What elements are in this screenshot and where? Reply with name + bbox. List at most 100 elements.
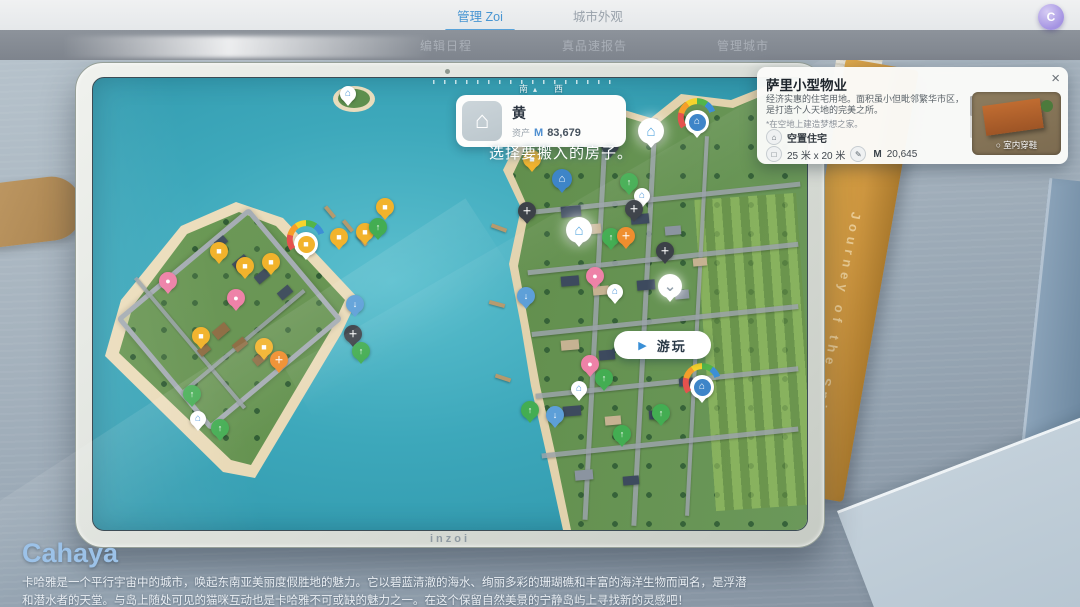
map-pin-green[interactable]: ↑ bbox=[521, 401, 539, 419]
pin-icon: ＋ bbox=[348, 330, 357, 339]
pin-icon: ↑ bbox=[602, 374, 607, 383]
play-button[interactable]: ▶ 游玩 bbox=[614, 331, 711, 359]
map-pin-blue[interactable]: ↓ bbox=[517, 287, 535, 305]
pin-icon: ↑ bbox=[627, 178, 632, 187]
map-pin-blue-house[interactable]: ⌂ bbox=[552, 169, 572, 189]
city-map[interactable]: 南 西 ▴ ⌂■■■■■■■●●■■＋↑⌂↑↑↓＋↑■⌂⌂＋⌂⌂↑⌂＋＋↑＋＋●… bbox=[92, 77, 808, 531]
map-pin-green[interactable]: ↑ bbox=[620, 173, 638, 191]
map-pin-dark[interactable]: ＋ bbox=[625, 200, 643, 218]
asset-label: 资产 bbox=[512, 126, 530, 139]
map-pin-green[interactable]: ↑ bbox=[613, 425, 631, 443]
pin-icon: ↑ bbox=[659, 409, 664, 418]
map-pin-dark[interactable]: ＋ bbox=[656, 242, 674, 260]
map-pin-blue[interactable]: ↓ bbox=[346, 295, 364, 313]
family-house-icon: ⌂ bbox=[462, 101, 502, 141]
city-info: Cahaya 卡哈雅是一个平行宇宙中的城市，唤起东南亚美丽度假胜地的魅力。它以碧… bbox=[22, 538, 747, 607]
map-pin-pink[interactable]: ● bbox=[227, 289, 245, 307]
canvas-button[interactable]: C bbox=[1038, 4, 1064, 30]
pin-icon: ↓ bbox=[524, 292, 529, 301]
property-type-row: ⌂ 空置住宅 bbox=[766, 129, 827, 145]
pin-icon: ＋ bbox=[522, 207, 531, 216]
map-pin-yellow[interactable]: ■ bbox=[262, 253, 280, 271]
map-pin-rainbow-house[interactable]: ⌂ bbox=[690, 375, 714, 399]
pin-icon: ＋ bbox=[629, 205, 638, 214]
map-pin-house[interactable]: ⌂ bbox=[340, 86, 356, 102]
pin-icon: ↓ bbox=[353, 300, 358, 309]
map-pin-house[interactable]: ⌂ bbox=[607, 284, 623, 300]
map-pin-orange[interactable]: ＋ bbox=[270, 351, 288, 369]
pin-icon: ＋ bbox=[621, 232, 630, 241]
pin-icon: ⌂ bbox=[574, 223, 583, 238]
map-pin-dark[interactable]: ＋ bbox=[518, 202, 536, 220]
pin-icon: ↓ bbox=[553, 411, 558, 420]
map-pin-sel[interactable]: ⌄ bbox=[658, 274, 682, 298]
sub-tab-manage-city[interactable]: 管理城市 bbox=[717, 37, 769, 54]
tab-manage-zoi[interactable]: 管理 Zoi bbox=[457, 6, 503, 25]
pin-icon: ● bbox=[165, 277, 170, 286]
map-pin-house[interactable]: ⌂ bbox=[571, 381, 587, 397]
pin-icon: ■ bbox=[261, 343, 266, 352]
map-pin-yellow[interactable]: ■ bbox=[236, 257, 254, 275]
map-pin-house-big[interactable]: ⌂ bbox=[566, 217, 592, 243]
map-pin-pink[interactable]: ● bbox=[159, 272, 177, 290]
canvas-icon: C bbox=[1047, 10, 1056, 24]
sub-nav-bar: 编辑日程 真品速报告 管理城市 bbox=[0, 30, 1080, 60]
sub-tab-report[interactable]: 真品速报告 bbox=[562, 37, 627, 54]
map-pin-yellow[interactable]: ■ bbox=[192, 327, 210, 345]
pin-icon: ↑ bbox=[620, 430, 625, 439]
map-pin-green[interactable]: ↑ bbox=[211, 419, 229, 437]
property-thumbnail: ○ 室内穿鞋 bbox=[972, 92, 1061, 155]
rule-icon: ○ bbox=[996, 140, 1001, 150]
thumbnail-tag-label: 室内穿鞋 bbox=[1003, 140, 1037, 150]
tab-city-appearance[interactable]: 城市外观 bbox=[573, 6, 623, 25]
map-pin-pink[interactable]: ● bbox=[581, 355, 599, 373]
pin-icon: ■ bbox=[268, 258, 273, 267]
house-icon: ⌂ bbox=[766, 129, 782, 145]
map-pin-green[interactable]: ↑ bbox=[352, 342, 370, 360]
top-nav-bar: 管理 Zoi 城市外观 bbox=[0, 0, 1080, 30]
map-pin-rainbow-house[interactable]: ⌂ bbox=[685, 110, 709, 134]
pin-icon: ＋ bbox=[660, 247, 669, 256]
pin-icon: ⌂ bbox=[694, 379, 711, 396]
map-pin-blue[interactable]: ↓ bbox=[546, 406, 564, 424]
map-pin-dark[interactable]: ＋ bbox=[344, 325, 362, 343]
map-pin-pink[interactable]: ● bbox=[586, 267, 604, 285]
map-pin-green[interactable]: ↑ bbox=[652, 404, 670, 422]
map-pin-house-big[interactable]: ⌂ bbox=[638, 118, 664, 144]
family-name: 黄 bbox=[512, 103, 526, 123]
map-pin-green[interactable]: ↑ bbox=[183, 385, 201, 403]
pin-icon: ■ bbox=[298, 236, 315, 253]
property-title: 萨里小型物业 bbox=[766, 74, 847, 94]
pin-icon: ＋ bbox=[274, 356, 283, 365]
map-pin-green[interactable]: ↑ bbox=[595, 369, 613, 387]
pencil-icon[interactable]: ✎ bbox=[850, 146, 866, 162]
pin-icon: ⌂ bbox=[195, 414, 201, 424]
pin-icon: ⌂ bbox=[345, 89, 351, 99]
map-pin-rainbow-yellow[interactable]: ■ bbox=[294, 232, 318, 256]
pin-icon: ↑ bbox=[190, 390, 195, 399]
sub-tabs: 编辑日程 真品速报告 管理城市 bbox=[420, 37, 769, 54]
sub-tab-schedule[interactable]: 编辑日程 bbox=[420, 37, 472, 54]
thumbnail-tag: ○ 室内穿鞋 bbox=[972, 139, 1061, 151]
pin-icon: ■ bbox=[216, 247, 221, 256]
wooden-board bbox=[0, 173, 85, 251]
pin-icon: ⌄ bbox=[664, 279, 677, 294]
thumbnail-palm bbox=[1041, 100, 1053, 112]
pin-icon: ■ bbox=[336, 233, 341, 242]
map-pin-yellow[interactable]: ■ bbox=[255, 338, 273, 356]
pin-icon: ⌂ bbox=[639, 191, 645, 201]
map-pin-house[interactable]: ⌂ bbox=[190, 411, 206, 427]
map-pin-yellow[interactable]: ■ bbox=[330, 228, 348, 246]
map-pin-orange[interactable]: ＋ bbox=[617, 227, 635, 245]
map-pin-yellow[interactable]: ■ bbox=[210, 242, 228, 260]
pin-icon: ↑ bbox=[218, 424, 223, 433]
map-pin-green[interactable]: ↑ bbox=[369, 218, 387, 236]
city-title: Cahaya bbox=[22, 538, 747, 569]
pin-icon: ↑ bbox=[376, 223, 381, 232]
pin-icon: ⌂ bbox=[689, 114, 706, 131]
property-size-row: □ 25 米 x 20 米 ✎ M 20,645 bbox=[766, 146, 917, 162]
map-pin-yellow[interactable]: ■ bbox=[376, 198, 394, 216]
close-icon[interactable]: × bbox=[1051, 71, 1060, 86]
inzoi-city-screen: Journey of the Spirit 南 西 ▴ bbox=[0, 0, 1080, 607]
pin-icon: ■ bbox=[362, 228, 367, 237]
